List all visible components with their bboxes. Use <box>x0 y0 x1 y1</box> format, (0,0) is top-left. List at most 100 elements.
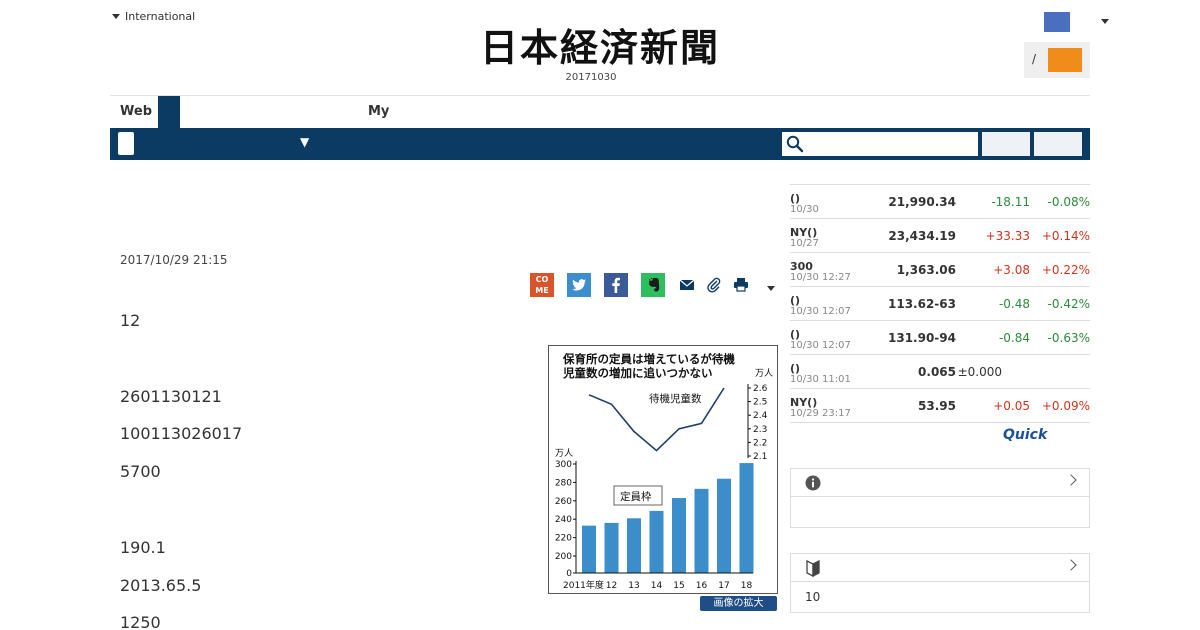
region-flag-icon[interactable] <box>1044 12 1070 32</box>
come-share-icon[interactable]: CO ME <box>530 273 554 297</box>
market-pct: +0.14% <box>1041 229 1090 243</box>
market-change: -0.84 <box>998 331 1030 345</box>
category-label: 18 <box>741 581 753 591</box>
market-time: 10/30 12:07 <box>790 306 851 317</box>
market-row[interactable]: () 10/30 12:07 131.90-94 -0.84 -0.63% <box>790 321 1090 355</box>
chart-bar <box>717 478 731 573</box>
market-value: 1,363.06 <box>896 263 956 277</box>
nav-dropdown-arrow-icon[interactable]: ▼ <box>300 135 309 149</box>
info-box <box>790 468 1090 528</box>
left-tick-label: 300 <box>555 460 572 470</box>
market-pct: -0.08% <box>1047 195 1090 209</box>
caret-down-icon <box>112 14 120 19</box>
article-paragraph: 5700 <box>120 462 161 481</box>
clip-icon[interactable] <box>705 276 723 294</box>
mail-icon[interactable] <box>678 276 696 294</box>
beginner-box-header[interactable] <box>791 554 1089 582</box>
left-tick-label: 220 <box>555 534 572 544</box>
right-tick-label: 2.3 <box>753 425 767 435</box>
right-tick-label: 2.4 <box>753 411 768 421</box>
market-value: 0.065 <box>918 365 956 379</box>
nikkei-logo[interactable]: 日本経済新聞 <box>454 26 746 70</box>
category-label: 2011年度 <box>563 579 604 591</box>
chart-bar <box>672 498 686 573</box>
chart-bar <box>627 518 641 573</box>
market-row[interactable]: () 10/30 11:01 0.065 ±0.000 <box>790 355 1090 389</box>
market-change: +3.08 <box>993 263 1030 277</box>
market-row[interactable]: NY() 10/29 23:17 53.95 +0.05 +0.09% <box>790 389 1090 423</box>
edition-date: 20171030 <box>565 72 617 83</box>
market-change: +33.33 <box>985 229 1030 243</box>
search-icon <box>786 135 804 153</box>
market-pct: +0.22% <box>1041 263 1090 277</box>
tab-web[interactable]: Web <box>110 96 158 128</box>
share-toolbar: CO ME <box>530 273 775 297</box>
market-time: 10/30 <box>790 204 819 215</box>
market-row[interactable]: () 10/30 12:07 113.62-63 -0.48 -0.42% <box>790 287 1090 321</box>
info-box-body <box>791 497 1089 527</box>
chart-bar <box>739 463 754 573</box>
right-tick-label: 2.2 <box>753 438 767 448</box>
facebook-icon[interactable] <box>604 273 628 297</box>
market-value: 53.95 <box>918 399 956 413</box>
market-change: -0.48 <box>998 297 1030 311</box>
market-change: ±0.000 <box>957 365 1002 379</box>
market-time: 10/30 11:01 <box>790 374 851 385</box>
market-row[interactable]: 300 10/30 12:27 1,363.06 +3.08 +0.22% <box>790 253 1090 287</box>
left-tick-label: 0 <box>566 569 572 579</box>
chart-bar <box>604 522 619 573</box>
right-tick-label: 2.5 <box>753 398 767 408</box>
search-input[interactable] <box>782 132 978 156</box>
info-box-header[interactable] <box>791 469 1089 497</box>
article-paragraph: 2601130121 <box>120 387 222 406</box>
market-pct: -0.42% <box>1047 297 1090 311</box>
zoom-image-button[interactable]: 画像の拡大 <box>700 596 777 611</box>
print-icon[interactable] <box>732 276 750 294</box>
market-row[interactable]: NY() 10/27 23,434.19 +33.33 +0.14% <box>790 219 1090 253</box>
market-value: 21,990.34 <box>888 195 956 209</box>
login-separator: / <box>1032 52 1037 66</box>
right-axis-unit: 万人 <box>755 368 773 379</box>
article-paragraph: 12 <box>120 311 141 330</box>
market-row[interactable]: () 10/30 21,990.34 -18.11 -0.08% <box>790 185 1090 219</box>
article-paragraph: 190.1 <box>120 538 166 557</box>
nav-home-button[interactable] <box>118 132 134 155</box>
caret-down-icon[interactable] <box>1101 19 1109 24</box>
chart-title-line1: 保育所の定員は増えているが待機 <box>562 352 735 366</box>
login-button[interactable] <box>1048 48 1082 72</box>
login-panel: / <box>1024 42 1090 78</box>
article-figure: 保育所の定員は増えているが待機 児童数の増加に追いつかない 待機児童数 万人 万… <box>548 345 778 594</box>
chevron-right-icon <box>1065 559 1077 571</box>
chart-title-line2: 児童数の増加に追いつかない <box>562 366 713 380</box>
tab-my[interactable]: My <box>368 96 408 128</box>
international-link[interactable]: International <box>112 10 195 23</box>
article-paragraph: 1250 <box>120 613 161 630</box>
left-tick-label: 200 <box>555 552 572 562</box>
twitter-icon[interactable] <box>567 273 591 297</box>
category-label: 15 <box>673 581 684 591</box>
chevron-right-icon <box>1065 474 1077 486</box>
bar-series-label: 定員枠 <box>620 490 652 503</box>
quick-logo[interactable]: Quick <box>1003 427 1047 443</box>
search-button[interactable] <box>982 132 1030 156</box>
info-icon <box>805 475 821 491</box>
evernote-icon[interactable] <box>641 273 665 297</box>
beginner-box-body: 10 <box>805 590 821 604</box>
advanced-search-button[interactable] <box>1034 132 1082 156</box>
chart-bar <box>694 488 709 573</box>
category-label: 14 <box>651 581 663 591</box>
market-value: 131.90-94 <box>888 331 956 345</box>
right-tick-label: 2.6 <box>753 384 768 394</box>
tab-active[interactable] <box>158 96 180 128</box>
right-tick-label: 2.1 <box>753 452 767 462</box>
left-axis-unit: 万人 <box>555 448 573 459</box>
article-paragraph: 100113026017 <box>120 424 243 443</box>
beginner-box: 10 <box>790 553 1090 613</box>
more-share-caret-icon[interactable] <box>767 285 775 291</box>
category-label: 17 <box>718 581 729 591</box>
article-timestamp: 2017/10/29 21:15 <box>120 253 228 267</box>
come-share-text: CO ME <box>535 275 549 295</box>
line-series-label: 待機児童数 <box>649 392 702 405</box>
market-value: 113.62-63 <box>888 297 956 311</box>
article-paragraph: 2013.65.5 <box>120 576 202 595</box>
